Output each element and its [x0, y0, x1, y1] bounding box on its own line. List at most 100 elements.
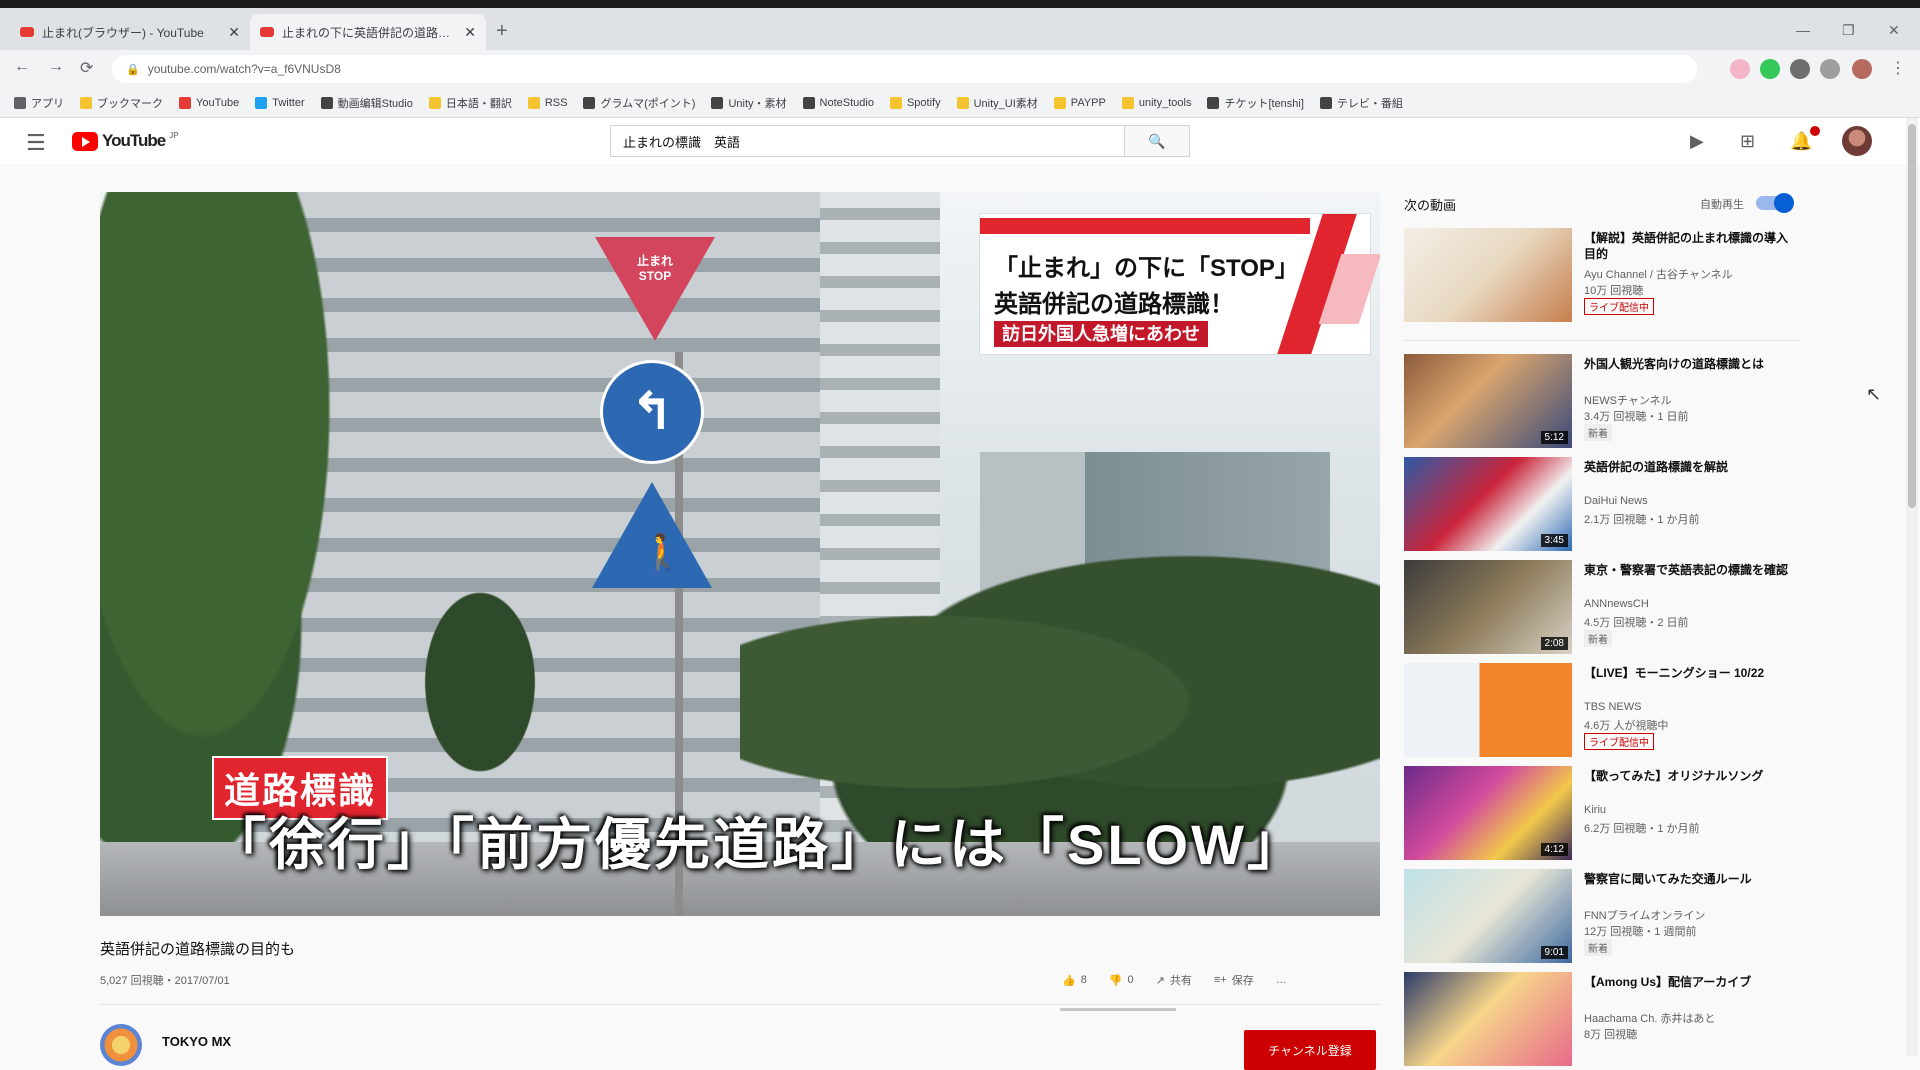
bookmark-item[interactable]: Unity_UI素材: [956, 95, 1038, 111]
recommended-views: 6.2万 回視聴・1 か月前: [1584, 823, 1700, 835]
youtube-favicon-icon: [20, 27, 34, 37]
browser-menu-icon[interactable]: ⋮: [1890, 58, 1906, 78]
bookmark-item[interactable]: ブックマーク: [80, 95, 163, 111]
close-tab-icon[interactable]: ✕: [464, 24, 476, 41]
youtube-logo[interactable]: YouTube JP: [72, 131, 179, 151]
back-button[interactable]: ←: [14, 58, 30, 76]
hamburger-menu-icon[interactable]: ☰: [26, 130, 46, 156]
bookmark-item[interactable]: NoteStudio: [802, 96, 874, 109]
channel-avatar[interactable]: [100, 1024, 142, 1066]
account-avatar[interactable]: [1842, 126, 1872, 156]
new-badge: 新着: [1584, 939, 1612, 956]
recommended-video[interactable]: 2:08 東京・警察署で英語表記の標識を確認 ANNnewsCH 4.5万 回視…: [1404, 560, 1800, 656]
new-tab-button[interactable]: +: [496, 20, 508, 43]
bookmark-item[interactable]: Twitter: [255, 96, 305, 109]
scrollbar-thumb[interactable]: [1908, 124, 1916, 508]
recommended-video[interactable]: 5:12 外国人観光客向けの道路標識とは NEWSチャンネル 3.4万 回視聴・…: [1404, 354, 1800, 450]
bookmark-item[interactable]: Unity・素材: [711, 95, 787, 111]
search-input[interactable]: [611, 126, 1124, 156]
recommended-title: 外国人観光客向けの道路標識とは: [1584, 357, 1765, 371]
recommended-title: 【歌ってみた】オリジナルソング: [1584, 769, 1764, 783]
folder-icon: [428, 96, 441, 109]
duration-badge: 2:08: [1540, 637, 1568, 650]
create-video-icon[interactable]: ▶: [1690, 131, 1704, 152]
folder-icon: [80, 96, 92, 109]
bookmark-item[interactable]: Spotify: [889, 96, 941, 109]
close-window-button[interactable]: ✕: [1888, 22, 1900, 39]
address-bar[interactable]: 🔒 youtube.com/watch?v=a_f6VNUsD8: [112, 55, 1697, 83]
recommended-video[interactable]: 【Among Us】配信アーカイブ Haachama Ch. 赤井はあと 8万 …: [1404, 972, 1800, 1068]
recommended-title: 東京・警察署で英語表記の標識を確認: [1584, 563, 1789, 577]
save-button[interactable]: ≡+ 保存: [1214, 972, 1254, 988]
maximize-button[interactable]: ❐: [1842, 22, 1855, 39]
thumbs-up-icon: 👍: [1062, 974, 1076, 987]
thumbs-down-icon: 👎: [1108, 974, 1123, 987]
youtube-play-icon: [72, 131, 98, 151]
bookmark-item[interactable]: テレビ・番組: [1319, 95, 1403, 111]
duration-badge: 5:12: [1540, 431, 1568, 444]
bookmarks-bar: アプリ ブックマーク YouTube Twitter 動画编辑Studio 日本…: [0, 88, 1920, 118]
recommended-video[interactable]: 4:12 【歌ってみた】オリジナルソング Kiriu 6.2万 回視聴・1 か月…: [1404, 766, 1800, 862]
bookmark-item[interactable]: PAYPP: [1053, 96, 1106, 109]
share-button[interactable]: ↗ 共有: [1156, 972, 1192, 988]
search-button[interactable]: 🔍: [1124, 126, 1189, 156]
channel-name[interactable]: TOKYO MX: [162, 1034, 231, 1049]
folder-icon: [1053, 96, 1066, 109]
lock-icon: 🔒: [126, 63, 140, 76]
banner-kicker: 訪日外国人急増にあわせ: [994, 321, 1208, 347]
bell-icon[interactable]: 🔔: [1790, 131, 1812, 152]
video-caption: 「徐行」「前方優先道路」には「SLOW」: [210, 813, 1306, 876]
close-tab-icon[interactable]: ✕: [228, 24, 240, 41]
recommended-channel: DaiHui News: [1584, 495, 1648, 507]
profile-avatar-icon[interactable]: [1852, 59, 1872, 79]
mouse-cursor-icon: ↖: [1866, 384, 1882, 404]
like-button[interactable]: 👍 8: [1062, 972, 1087, 988]
pedestrian-icon: 🚶: [640, 532, 685, 573]
more-actions-button[interactable]: …: [1276, 972, 1287, 988]
stop-sign-image: [595, 237, 715, 341]
autoplay-toggle[interactable]: [1756, 193, 1794, 213]
dislike-button[interactable]: 👎 0: [1109, 972, 1134, 988]
divider: [1404, 340, 1800, 341]
headline-banner: 「止まれ」の下に「STOP」 英語併記の道路標識！ 訪日外国人急増にあわせ: [980, 214, 1380, 354]
recommended-title: 【解説】英語併記の止まれ標識の導入目的: [1584, 231, 1789, 261]
recommended-channel: Kiriu: [1584, 804, 1607, 816]
bookmark-item[interactable]: グラムマ(ポイント): [583, 95, 695, 111]
tab-title: 止まれ(ブラウザー) - YouTube: [42, 25, 204, 40]
browser-tab-2[interactable]: 止まれの下に英語併記の道路標識 ✕: [250, 14, 486, 50]
video-player[interactable]: 止まれ STOP ↰ 🚶 「止まれ」の下に「STOP」 英語併記の道路標識！ 訪…: [100, 192, 1380, 916]
browser-tab-1[interactable]: 止まれ(ブラウザー) - YouTube ✕: [10, 14, 250, 50]
bookmark-item[interactable]: 日本語・翻訳: [428, 95, 512, 111]
bookmark-item[interactable]: アプリ: [14, 95, 64, 111]
reload-button[interactable]: ⟳: [80, 58, 93, 78]
minimize-button[interactable]: —: [1796, 22, 1810, 38]
extension-icon[interactable]: [1790, 59, 1810, 79]
recommended-title: 警察官に聞いてみた交通ルール: [1584, 872, 1752, 886]
video-frame-tree: [400, 552, 560, 812]
window-top-strip: [0, 0, 1920, 8]
forward-button[interactable]: →: [48, 58, 64, 76]
recommended-video[interactable]: 9:01 警察官に聞いてみた交通ルール FNNプライムオンライン 12万 回視聴…: [1404, 869, 1800, 965]
live-badge: ライブ配信中: [1584, 733, 1654, 750]
subscribe-button[interactable]: チャンネル登録: [1244, 1030, 1376, 1070]
recommended-views: 4.6万 人が視聴中: [1584, 720, 1669, 732]
banner-headline: 「止まれ」の下に「STOP」: [994, 255, 1299, 282]
bookmark-item[interactable]: unity_tools: [1121, 96, 1191, 109]
recommended-video[interactable]: 3:45 英語併記の道路標識を解説 DaiHui News 2.1万 回視聴・1…: [1404, 457, 1800, 553]
globe-icon: [583, 96, 596, 109]
bookmark-item[interactable]: 動画编辑Studio: [320, 95, 413, 111]
duration-badge: 4:12: [1540, 843, 1568, 856]
bookmark-item[interactable]: RSS: [527, 96, 567, 109]
video-thumbnail: [1404, 228, 1572, 322]
recommended-video[interactable]: 【解説】英語併記の止まれ標識の導入目的 Ayu Channel / 古谷チャンネ…: [1404, 228, 1800, 324]
recommended-channel: ANNnewsCH: [1584, 598, 1649, 610]
apps-grid-icon[interactable]: ⊞: [1740, 131, 1755, 152]
bookmark-item[interactable]: YouTube: [179, 96, 239, 109]
extension-icon[interactable]: [1820, 59, 1840, 79]
extension-icon[interactable]: [1760, 59, 1780, 79]
recommended-video[interactable]: 【LIVE】モーニングショー 10/22 TBS NEWS 4.6万 人が視聴中…: [1404, 663, 1800, 759]
bookmark-item[interactable]: チケット[tenshi]: [1207, 95, 1304, 111]
extension-icon[interactable]: [1730, 59, 1750, 79]
video-thumbnail: 3:45: [1404, 457, 1572, 551]
recommended-channel: FNNプライムオンライン: [1584, 910, 1706, 922]
